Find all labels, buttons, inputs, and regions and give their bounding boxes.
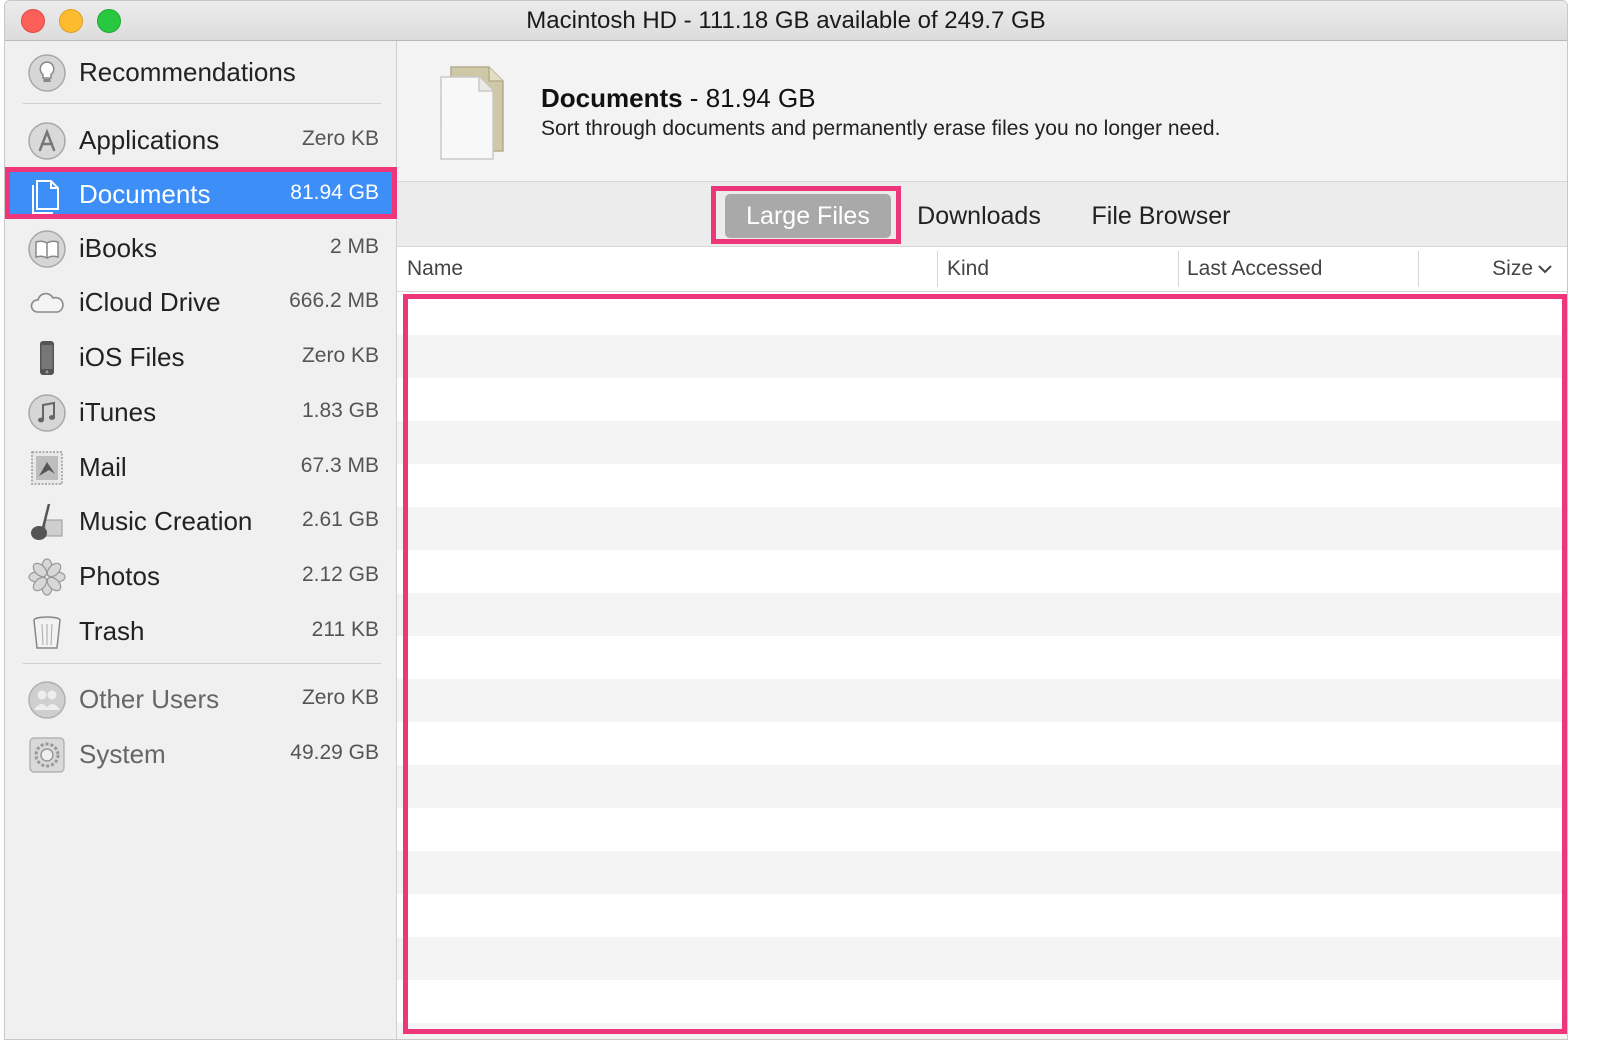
column-separator[interactable] (1178, 251, 1179, 287)
lightbulb-icon (28, 54, 66, 92)
sidebar-item-ibooks[interactable]: iBooks 2 MB (5, 221, 397, 273)
trash-icon (33, 616, 61, 649)
sidebar-item-label: Documents (79, 179, 211, 209)
column-kind[interactable]: Kind (947, 257, 989, 281)
sidebar-item-label: System (79, 739, 166, 769)
sidebar-item-size: 67.3 MB (300, 454, 379, 477)
table-header: Name Kind Last Accessed Size (397, 247, 1567, 292)
sidebar-item-trash[interactable]: Trash 211 KB (5, 604, 397, 656)
sidebar-item-size: 2 MB (329, 235, 379, 258)
sidebar-item-ios-files[interactable]: iOS Files Zero KB (5, 330, 397, 382)
title-separator: - (682, 83, 706, 113)
iphone-icon (40, 341, 54, 375)
category-description: Sort through documents and permanently e… (541, 117, 1221, 140)
sidebar-item-documents[interactable]: Documents 81.94 GB (5, 167, 397, 219)
sidebar-item-photos[interactable]: Photos 2.12 GB (5, 549, 397, 601)
sidebar-item-size: Zero KB (301, 686, 379, 709)
sidebar-item-size: 49.29 GB (290, 741, 379, 764)
sidebar-item-size: 666.2 MB (289, 289, 379, 312)
sidebar-item-size: Zero KB (301, 344, 379, 367)
sidebar-item-size: 211 KB (311, 618, 379, 641)
sidebar-item-label: iOS Files (79, 342, 185, 372)
category-title: Documents - 81.94 GB (541, 83, 816, 114)
sidebar-item-label: iCloud Drive (79, 287, 221, 317)
tab-large-files[interactable]: Large Files (725, 194, 891, 238)
sidebar-item-size: 81.94 GB (290, 181, 379, 204)
sidebar-item-other-users[interactable]: Other Users Zero KB (5, 672, 397, 724)
column-last-accessed[interactable]: Last Accessed (1187, 257, 1322, 281)
main-panel: Documents - 81.94 GB Sort through docume… (397, 41, 1567, 1039)
tab-file-browser[interactable]: File Browser (1087, 198, 1235, 234)
window-title: Macintosh HD - 111.18 GB available of 24… (526, 7, 1046, 34)
sidebar-item-label: Trash (79, 616, 145, 646)
sidebar-item-applications[interactable]: Applications Zero KB (5, 113, 397, 165)
sidebar-divider (23, 103, 381, 104)
title-bar: Macintosh HD - 111.18 GB available of 24… (5, 1, 1567, 41)
category-header: Documents - 81.94 GB Sort through docume… (397, 41, 1567, 182)
sidebar-item-size: 1.83 GB (301, 399, 379, 422)
sidebar-item-label: iBooks (79, 233, 158, 263)
sidebar-item-music-creation[interactable]: Music Creation 2.61 GB (5, 494, 397, 546)
storage-window: Macintosh HD - 111.18 GB available of 24… (4, 0, 1568, 1040)
sidebar-item-label: Applications (79, 125, 220, 155)
music-note-icon (28, 394, 66, 432)
gear-icon (29, 737, 65, 773)
sidebar-item-label: Music Creation (79, 506, 253, 536)
sidebar-divider (23, 663, 381, 664)
app-store-icon (28, 122, 66, 160)
sidebar-item-icloud-drive[interactable]: iCloud Drive 666.2 MB (5, 275, 397, 327)
chevron-down-icon[interactable] (1537, 263, 1553, 275)
sidebar-item-label: Mail (79, 452, 127, 482)
photos-flower-icon (28, 558, 66, 596)
column-name[interactable]: Name (407, 257, 463, 281)
sidebar-item-system[interactable]: System 49.29 GB (5, 727, 397, 779)
sidebar-item-recommendations[interactable]: Recommendations (5, 45, 397, 97)
guitar-icon (31, 503, 63, 540)
tab-downloads[interactable]: Downloads (913, 198, 1045, 234)
sidebar-item-itunes[interactable]: iTunes 1.83 GB (5, 385, 397, 437)
documents-folder-icon (440, 66, 504, 160)
category-size: 81.94 GB (705, 83, 816, 113)
sidebar: Recommendations Applications Zero KB Doc… (5, 41, 397, 1039)
sidebar-item-label: iTunes (79, 397, 157, 427)
mail-stamp-icon (31, 451, 63, 485)
users-icon (28, 681, 66, 719)
sidebar-item-size: Zero KB (301, 127, 379, 150)
sidebar-item-label: Recommendations (79, 57, 296, 87)
column-size[interactable]: Size (1492, 257, 1533, 281)
column-separator[interactable] (937, 251, 938, 287)
column-separator[interactable] (1418, 251, 1419, 287)
tab-bar: Large Files Downloads File Browser (397, 182, 1567, 247)
sidebar-item-label: Photos (79, 561, 160, 591)
files-table-body[interactable] (397, 292, 1567, 1039)
book-icon (28, 230, 66, 268)
document-icon (32, 180, 59, 214)
sidebar-item-label: Other Users (79, 684, 220, 714)
category-name: Documents (541, 83, 683, 113)
sidebar-item-size: 2.61 GB (301, 508, 379, 531)
cloud-icon (30, 292, 64, 313)
sidebar-item-size: 2.12 GB (301, 563, 379, 586)
sidebar-item-mail[interactable]: Mail 67.3 MB (5, 440, 397, 492)
